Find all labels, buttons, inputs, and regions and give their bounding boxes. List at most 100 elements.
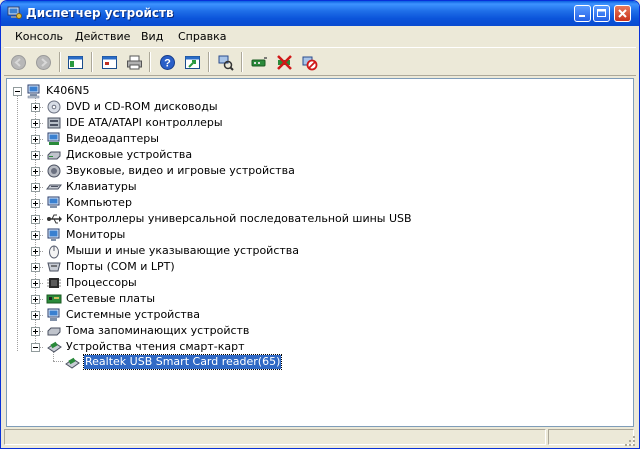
export-icon [185, 56, 200, 69]
update-driver-icon [251, 57, 267, 67]
tree-category-label: Тома запоминающих устройств [66, 324, 250, 337]
expand-toggle[interactable] [31, 119, 40, 128]
scan-hardware-button[interactable] [215, 52, 236, 72]
forward-arrow-icon [36, 55, 51, 70]
menu-bar: Консоль Действие Вид Справка [4, 26, 636, 48]
disable-button[interactable] [299, 52, 320, 72]
tree-root-label: K406N5 [46, 84, 90, 97]
tree-category-row[interactable]: Мониторы [7, 227, 627, 243]
console-tree-icon [68, 56, 83, 69]
minimize-button[interactable] [574, 5, 591, 22]
properties-button[interactable] [99, 52, 120, 72]
tree-category-row[interactable]: DVD и CD-ROM дисководы [7, 99, 627, 115]
expand-toggle[interactable] [31, 311, 40, 320]
title-bar[interactable]: Диспетчер устройств [1, 1, 639, 26]
collapse-toggle[interactable] [13, 87, 22, 96]
menu-action[interactable]: Действие [75, 30, 130, 43]
device-manager-window: Диспетчер устройств Консоль Действие Вид… [0, 0, 640, 449]
computer-icon [47, 196, 60, 208]
maximize-icon [597, 9, 606, 17]
processor-icon [47, 278, 61, 288]
expand-toggle[interactable] [31, 247, 40, 256]
monitor-icon [47, 228, 60, 241]
expand-toggle[interactable] [31, 263, 40, 272]
expand-toggle[interactable] [31, 103, 40, 112]
expand-toggle[interactable] [31, 151, 40, 160]
tree-category-label: IDE ATA/ATAPI контроллеры [66, 116, 223, 129]
smart-card-reader-icon [47, 341, 62, 353]
maximize-button[interactable] [593, 5, 610, 22]
minimize-icon [579, 15, 585, 17]
tree-category-row[interactable]: Сетевые платы [7, 291, 627, 307]
tree-device-row[interactable]: Realtek USB Smart Card reader(65) [7, 354, 627, 371]
print-button[interactable] [124, 52, 145, 72]
expand-toggle[interactable] [31, 183, 40, 192]
tree-category-row[interactable]: Контроллеры универсальной последовательн… [7, 211, 627, 227]
tree-category-row[interactable]: Компьютер [7, 195, 627, 211]
expand-toggle[interactable] [31, 295, 40, 304]
show-hide-tree-button[interactable] [65, 52, 86, 72]
tree-category-label: Дисковые устройства [66, 148, 193, 161]
menu-console[interactable]: Консоль [15, 30, 63, 43]
expand-toggle[interactable] [31, 279, 40, 288]
expand-toggle[interactable] [31, 135, 40, 144]
network-card-icon [46, 294, 62, 304]
expand-toggle[interactable] [31, 215, 40, 224]
display-adapter-icon [47, 132, 60, 145]
tree-category-label: Контроллеры универсальной последовательн… [66, 212, 412, 225]
tree-category-label: Мониторы [66, 228, 126, 241]
tree-category-row[interactable]: Видеоадаптеры [7, 131, 627, 147]
tree-category-row[interactable]: Тома запоминающих устройств [7, 323, 627, 339]
system-device-icon [47, 308, 60, 321]
back-arrow-icon [11, 55, 26, 70]
export-list-button[interactable] [182, 52, 203, 72]
expand-toggle[interactable] [31, 167, 40, 176]
uninstall-button[interactable] [274, 52, 295, 72]
device-manager-icon [7, 6, 22, 19]
expand-toggle[interactable] [31, 231, 40, 240]
tree-category-label: Сетевые платы [66, 292, 156, 305]
expand-toggle[interactable] [31, 327, 40, 336]
tree-category-row[interactable]: Дисковые устройства [7, 147, 627, 163]
menu-help[interactable]: Справка [178, 30, 226, 43]
tree-category-row[interactable]: Системные устройства [7, 307, 627, 323]
tree-category-row[interactable]: Порты (COM и LPT) [7, 259, 627, 275]
svg-text:?: ? [164, 58, 171, 70]
toolbar-separator [91, 52, 93, 72]
properties-icon [102, 56, 117, 69]
tree-device-label: Realtek USB Smart Card reader(65) [82, 354, 283, 370]
tree-category-row[interactable]: Звуковые, видео и игровые устройства [7, 163, 627, 179]
update-driver-button[interactable] [249, 52, 270, 72]
tree-category-label: Процессоры [66, 276, 137, 289]
tree-category-label: Видеоадаптеры [66, 132, 159, 145]
tree-category-row[interactable]: IDE ATA/ATAPI контроллеры [7, 115, 627, 131]
disable-device-icon [302, 56, 318, 71]
tree-category-label: Клавиатуры [66, 180, 137, 193]
window-title: Диспетчер устройств [26, 6, 174, 20]
collapse-toggle[interactable] [31, 343, 40, 352]
tree-category-label: Порты (COM и LPT) [66, 260, 175, 273]
tree-category-row[interactable]: Клавиатуры [7, 179, 627, 195]
tree-category-row[interactable]: Процессоры [7, 275, 627, 291]
toolbar-separator [59, 52, 61, 72]
tree-category-label: Устройства чтения смарт-карт [66, 340, 245, 353]
keyboard-icon [46, 184, 62, 190]
close-icon [618, 9, 627, 18]
toolbar-separator [241, 52, 243, 72]
resize-grip-icon[interactable] [624, 435, 636, 447]
tree-category-row[interactable]: Мыши и иные указывающие устройства [7, 243, 627, 259]
back-button[interactable] [8, 52, 29, 72]
tree-category-row[interactable]: Устройства чтения смарт-карт [7, 339, 627, 355]
disk-drive-icon [47, 151, 61, 160]
forward-button[interactable] [33, 52, 54, 72]
status-panel-main [4, 429, 546, 445]
tree-category-label: DVD и CD-ROM дисководы [66, 100, 218, 113]
device-tree-panel[interactable]: DVD и CD-ROM дисководы IDE ATA/ATAPI конт… [6, 78, 634, 427]
expand-toggle[interactable] [31, 199, 40, 208]
tree-category-label: Звуковые, видео и игровые устройства [66, 164, 295, 177]
close-button[interactable] [614, 5, 631, 22]
menu-view[interactable]: Вид [141, 30, 163, 43]
storage-volume-icon [47, 327, 61, 336]
tree-root[interactable]: K406N5 [7, 83, 627, 99]
help-button[interactable]: ? [157, 52, 178, 72]
